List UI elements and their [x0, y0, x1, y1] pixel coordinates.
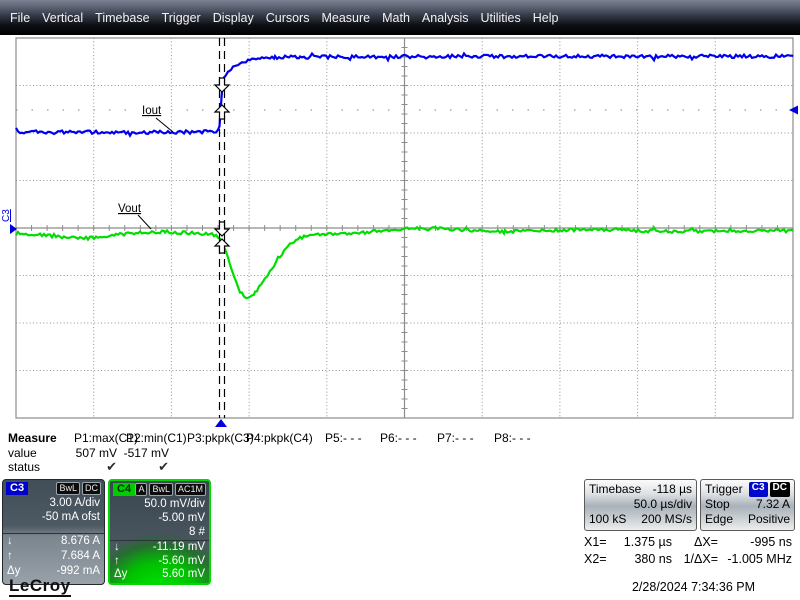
x1-label: X1= — [584, 534, 614, 551]
c3-channel-badge: C3 — [6, 482, 28, 495]
timebase-title: Timebase — [589, 482, 641, 497]
measure-p6-label[interactable]: P6:- - - — [380, 431, 417, 445]
c4-offset: -5.00 mV — [110, 511, 209, 525]
x1-value: 1.375 µs — [614, 534, 672, 551]
timebase-descriptor[interactable]: Timebase -118 µs 50.0 µs/div 100 kS 200 MS… — [584, 479, 697, 531]
measure-p3-label[interactable]: P3:pkpk(C3) — [187, 431, 254, 445]
trigger-slope: Positive — [748, 512, 790, 527]
down-arrow-icon: ↓ — [114, 541, 120, 555]
invdx-value: -1.005 MHz — [718, 551, 792, 568]
c3-dc-badge: DC — [82, 482, 101, 495]
trace-label-iout: Iout — [142, 105, 162, 117]
measure-p7-label[interactable]: P7:- - - — [437, 431, 474, 445]
trigger-coupling-badge: DC — [770, 482, 790, 497]
c3-offset: -50 mA ofst — [3, 510, 104, 524]
x2-value: 380 ns — [614, 551, 672, 568]
up-arrow-icon: ↑ — [114, 555, 120, 569]
measure-p8-label[interactable]: P8:- - - — [494, 431, 531, 445]
timebase-scale: 50.0 µs/div — [634, 497, 692, 512]
channel-c3-descriptor[interactable]: C3 BwL DC 3.00 A/div -50 mA ofst ↓ 8.676 … — [2, 479, 105, 585]
trigger-title: Trigger — [705, 482, 743, 497]
c4-sweeps: 8 # — [110, 525, 209, 539]
down-arrow-icon: ↓ — [7, 534, 13, 549]
measure-p5-label[interactable]: P5:- - - — [325, 431, 362, 445]
c3-bwl-badge: BwL — [56, 482, 80, 495]
channel-c4-descriptor[interactable]: C4 A BwL AC1M 50.0 mV/div -5.00 mV 8 # ↓… — [108, 479, 211, 585]
invdx-label: 1/ΔX= — [672, 551, 718, 568]
measure-p4-label[interactable]: P4:pkpk(C4) — [246, 431, 313, 445]
trigger-source-badge: C3 — [749, 482, 768, 497]
cursor-readout-panel: X1= 1.375 µs ΔX= -995 ns X2= 380 ns 1/ΔX… — [584, 534, 792, 568]
timebase-delay: -118 µs — [653, 482, 692, 497]
x2-label: X2= — [584, 551, 614, 568]
dx-value: -995 ns — [718, 534, 792, 551]
datetime-display: 2/28/2024 7:34:36 PM — [632, 580, 755, 594]
cursor-down-arrow-icon[interactable] — [215, 222, 229, 236]
measure-title: Measure — [8, 431, 57, 445]
measure-table: Measure value status P1:max(C1) P2:min(C… — [0, 429, 800, 479]
trigger-level: 7.32 A — [756, 497, 790, 512]
c4-channel-badge: C4 — [113, 483, 135, 496]
c3-zero-marker-label: C3 — [1, 209, 12, 222]
c4-scale: 50.0 mV/div — [110, 497, 209, 511]
c4-avg-badge: A — [135, 483, 147, 496]
up-arrow-icon: ↑ — [7, 549, 13, 564]
trace-label-vout: Vout — [118, 203, 142, 215]
c3-cursor1-value: 8.676 A — [61, 534, 100, 549]
cursor-up-arrow-icon[interactable] — [215, 105, 229, 119]
c4-delta-value: 5.60 mV — [162, 568, 205, 582]
measure-p2-label[interactable]: P2:min(C1) — [126, 431, 187, 445]
c4-cursor2-value: -5.60 mV — [158, 555, 205, 569]
dx-label: ΔX= — [672, 534, 718, 551]
measure-value-row-label: value — [8, 446, 37, 460]
lecroy-logo: LeCroy — [9, 576, 71, 597]
cursor-down-arrow-icon[interactable] — [215, 78, 229, 92]
trigger-mode: Stop — [705, 497, 730, 512]
measure-status-row-label: status — [8, 460, 40, 474]
c3-scale: 3.00 A/div — [3, 496, 104, 510]
timebase-samples: 100 kS — [589, 512, 626, 527]
timebase-rate: 200 MS/s — [641, 512, 692, 527]
c3-cursor-readouts: ↓8.676 A ↑7.684 A Δy-992 mA — [3, 533, 104, 579]
measure-p2-status-check: ✔ — [111, 459, 169, 475]
c4-ac1m-badge: AC1M — [175, 483, 206, 496]
c4-cursor-readouts: ↓ -11.19 mV ↑ -5.60 mV Δy 5.60 mV — [110, 540, 209, 582]
c3-cursor2-value: 7.684 A — [61, 549, 100, 564]
trigger-descriptor[interactable]: Trigger C3 DC Stop 7.32 A Edge Positive — [700, 479, 795, 531]
trigger-time-marker-icon[interactable] — [215, 419, 227, 427]
c4-bwl-badge: BwL — [149, 483, 173, 496]
measure-p1-status-check: ✔ — [59, 459, 117, 475]
delta-y-icon: Δy — [114, 568, 127, 582]
c4-cursor1-value: -11.19 mV — [153, 541, 205, 555]
trigger-type: Edge — [705, 512, 733, 527]
measure-p1-value: 507 mV — [59, 446, 117, 460]
measure-p2-value: -517 mV — [111, 446, 169, 460]
waveform-display: C3 Iout Vout — [0, 0, 800, 434]
